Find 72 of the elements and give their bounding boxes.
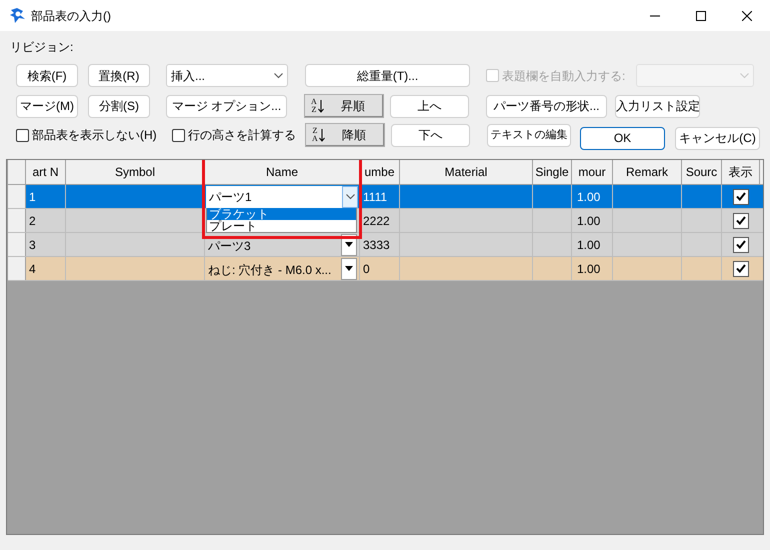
check-icon [736,240,746,249]
table-row[interactable]: 3 パーツ3 3333 1.00 [8,233,763,257]
checkbox[interactable] [733,212,749,228]
column-header: 表示 [722,160,760,184]
caret-down-icon [345,266,353,271]
column-header: Single [533,160,572,184]
table-cell-text: 1 [29,188,36,206]
button[interactable]: マージ(M) [16,94,78,118]
button[interactable]: マージ オプション... [166,94,287,118]
button[interactable]: テキストの編集 [487,124,571,146]
window-title: 部品表の入力() [31,8,111,24]
table-row[interactable]: 4 ねじ: 穴付き - M6.0 x... 0 1.00 [8,257,763,281]
sort-button[interactable]: A Z 昇順 [304,94,384,118]
column-header: art N [26,160,66,184]
checkbox-label: 部品表を表示しない(H) [32,127,157,144]
dropdown[interactable]: 挿入... [166,64,288,87]
check-icon [736,192,746,201]
ok-button[interactable]: OK [580,126,665,150]
column-header: Sourc [682,160,722,184]
table-cell-text: 3 [29,236,36,254]
checkbox-label: 行の高さを計算する [188,127,296,144]
button[interactable]: キャンセル(C) [675,126,760,150]
sort-icon: A Z [311,98,324,114]
sort-icon: Z A [312,127,325,143]
table-cell-text: 2222 [363,212,390,230]
name-dropdown[interactable]: パーツ1 [206,186,358,208]
table-cell-text: 1.00 [577,188,600,206]
table-cell-text: 0 [363,260,370,278]
table-cell-text: 1.00 [577,236,600,254]
checkbox[interactable] [733,260,749,276]
table-cell-text: 1111 [363,188,388,206]
button[interactable]: 下へ [391,124,470,146]
checkbox[interactable] [733,236,749,252]
dropdown-option[interactable]: ブラケット [207,208,356,220]
table-cell-text: 1.00 [577,212,600,230]
app-icon [9,6,27,24]
arrow-down-icon [318,100,324,112]
table-cell-text: 2 [29,212,36,230]
table-cell-text: パーツ3 [207,238,252,254]
table-cell-text: ねじ: 穴付き - M6.0 x... [207,262,332,278]
sort-button[interactable]: Z A 降順 [305,123,385,147]
button[interactable]: 検索(F) [16,64,78,87]
chevron-down-icon [346,194,354,200]
check-icon [736,216,746,225]
table-cell-text: 4 [29,260,36,278]
close-icon[interactable] [742,10,752,20]
chevron-down-icon [274,72,283,78]
revision-label: リビジョン: [10,40,74,54]
table-cell-text: 1.00 [577,260,600,278]
button[interactable]: 入力リスト設定 [615,94,700,118]
arrow-down-icon [318,128,325,142]
column-header: Symbol [66,160,205,184]
maximize-icon[interactable] [696,10,706,20]
column-header: Material [400,160,533,184]
button[interactable]: 上へ [390,94,469,118]
checkbox[interactable] [172,128,185,142]
button[interactable]: 置換(R) [88,64,150,87]
column-header: mour [572,160,613,184]
table-cell-text: 3333 [363,236,390,254]
chevron-down-icon [740,72,749,78]
column-header: Name [205,160,360,184]
button[interactable]: パーツ番号の形状... [486,94,607,118]
button[interactable]: 分割(S) [88,94,150,118]
checkbox[interactable] [16,128,29,142]
checkbox-label: 表題欄を自動入力する: [502,68,626,84]
button[interactable]: 総重量(T)... [305,64,470,87]
dropdown-button[interactable] [341,258,357,280]
check-icon [736,264,746,273]
column-header: Remark [613,160,682,184]
column-header: umbe [360,160,400,184]
caret-down-icon [345,242,353,247]
checkbox[interactable] [733,188,749,204]
